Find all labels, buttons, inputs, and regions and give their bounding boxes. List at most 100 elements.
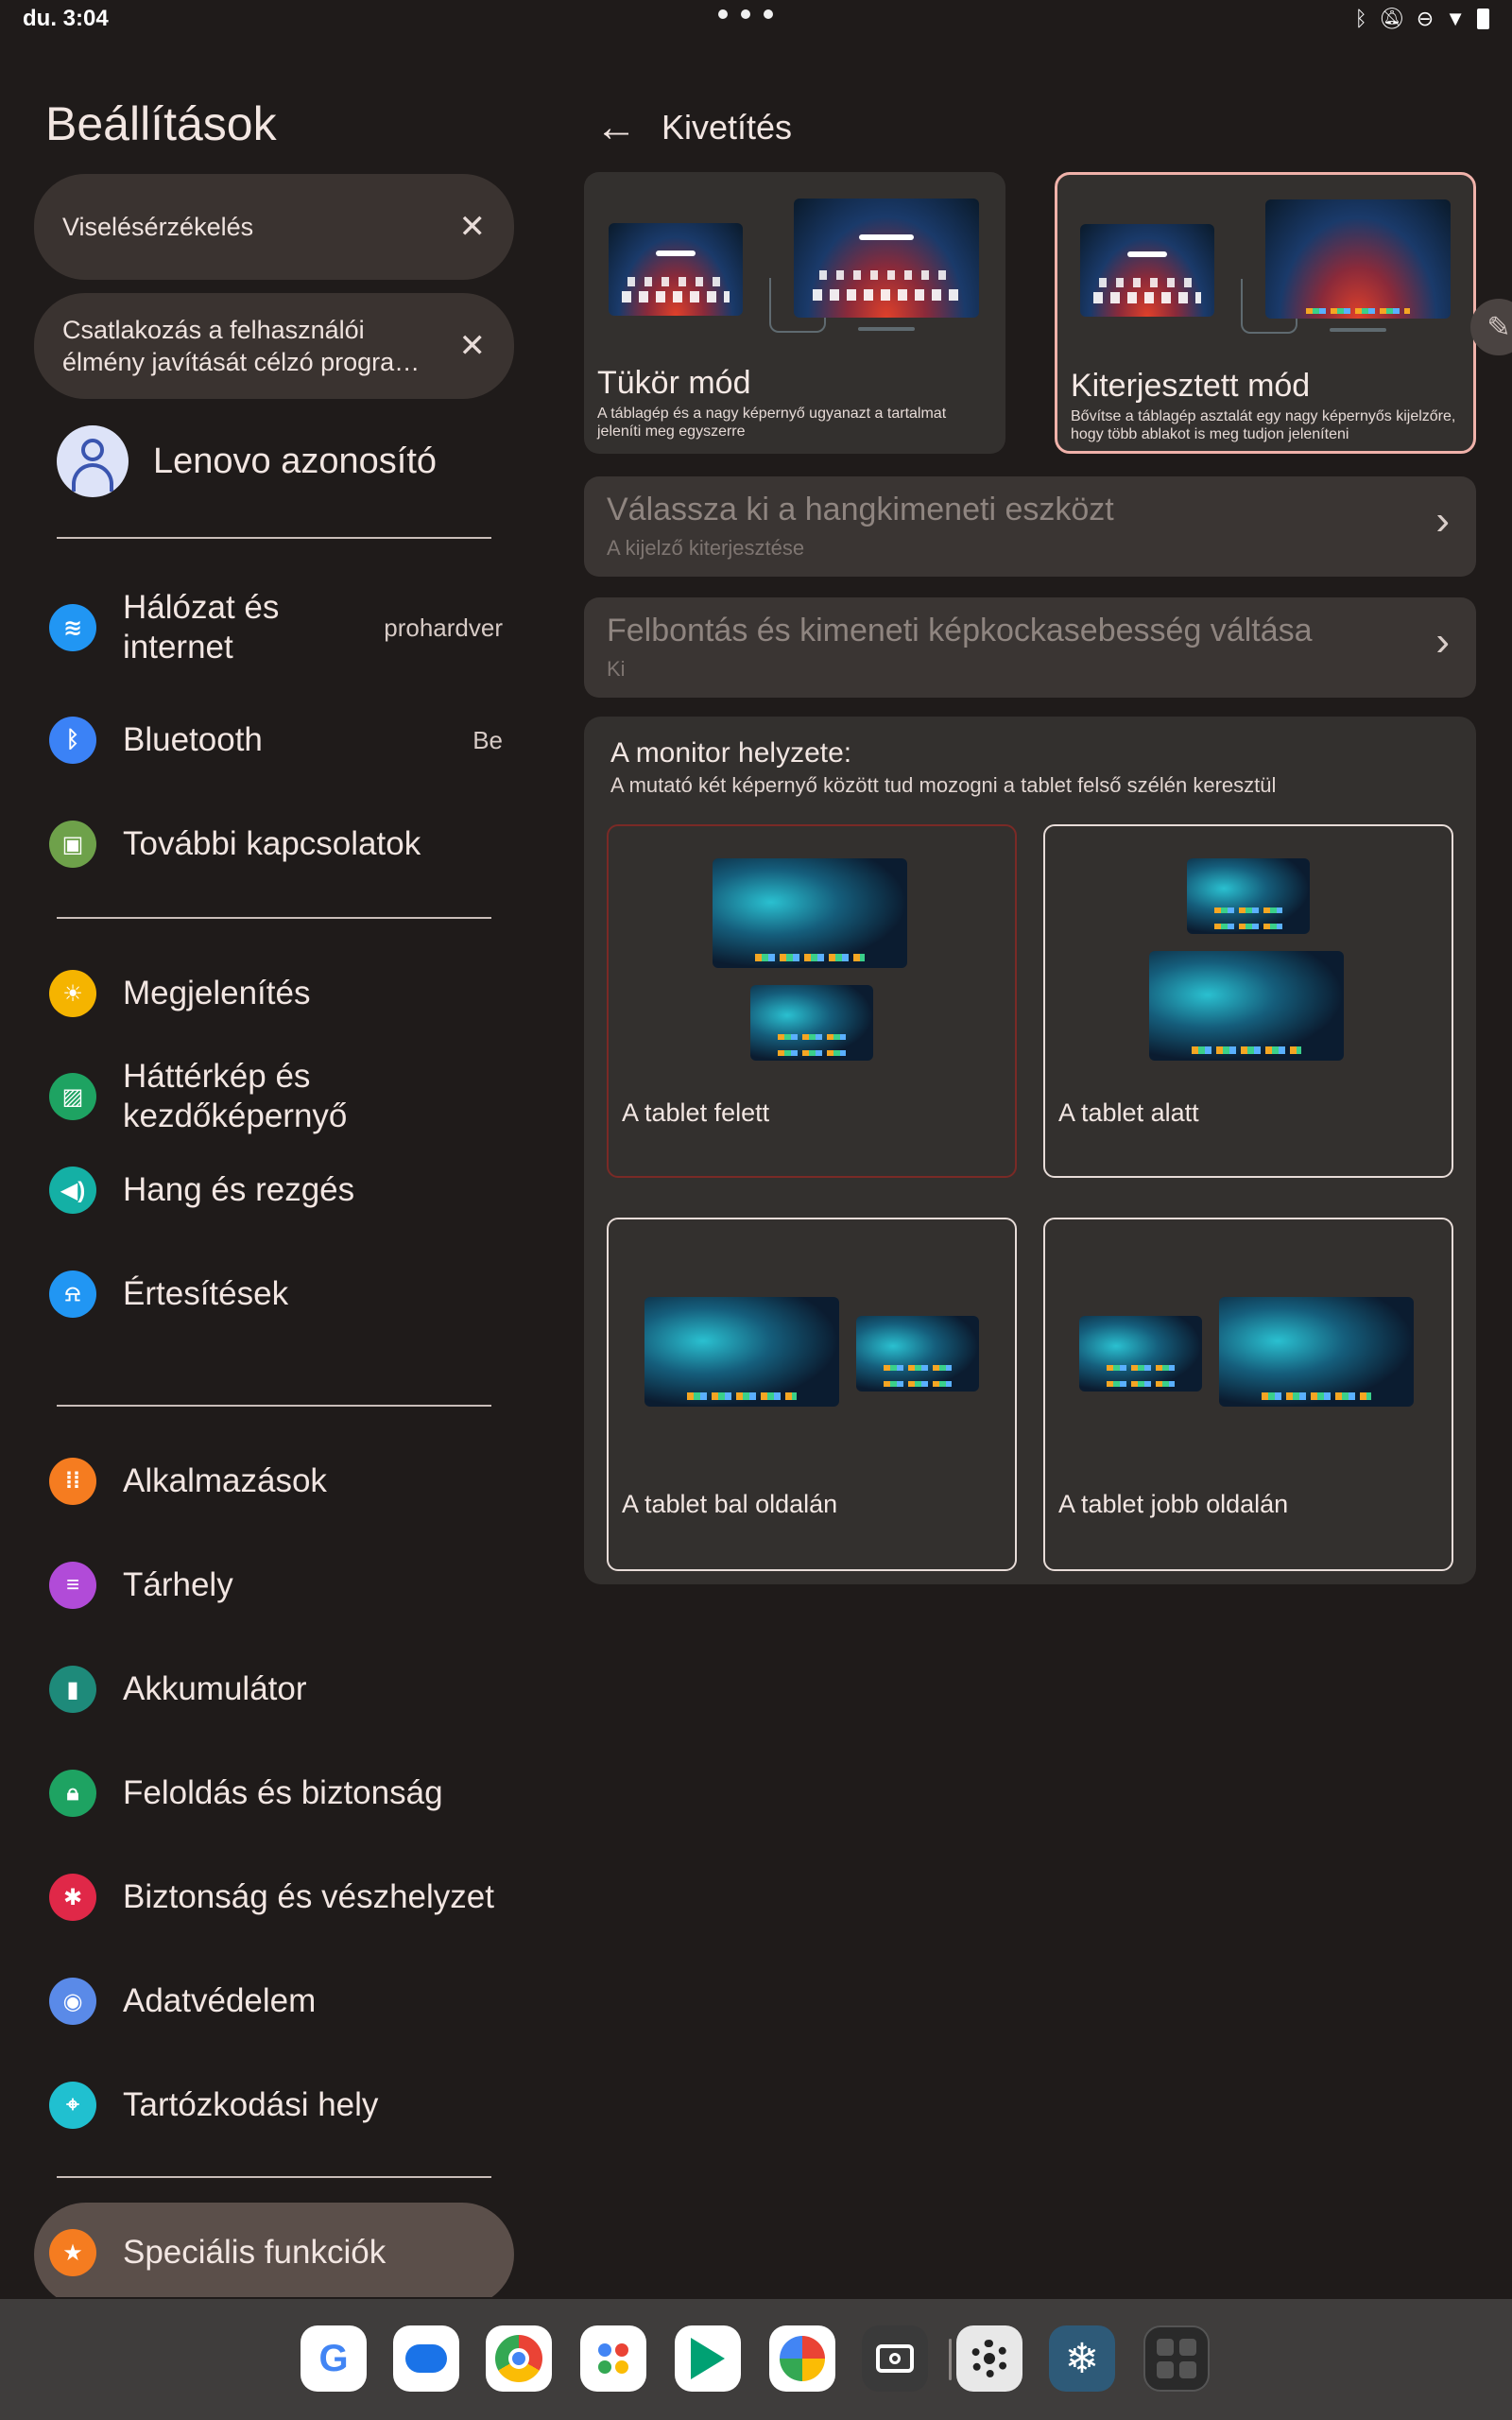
sidebar-item-emergency[interactable]: ✱ Biztonság és vészhelyzet	[49, 1874, 503, 1921]
suggestion-card[interactable]: Viselésérzékelés ✕	[34, 174, 514, 280]
sidebar-item-value: Be	[472, 725, 503, 754]
photos-icon[interactable]	[769, 2325, 835, 2392]
taskbar: G ❄	[0, 2299, 1512, 2420]
dnd-icon: ⊖	[1416, 7, 1435, 30]
apps-icon: ⁞⁞	[49, 1458, 96, 1505]
sidebar-item-wallpaper[interactable]: ▨ Háttérkép és kezdőképernyő	[49, 1057, 503, 1136]
position-option-below[interactable]: A tablet alatt	[1043, 824, 1453, 1178]
suggestion-text: Csatlakozás a felhasználói élmény javítá…	[62, 316, 421, 376]
devices-icon: ▣	[49, 821, 96, 868]
app-drawer-icon[interactable]	[1143, 2325, 1210, 2392]
sidebar-item-security[interactable]: 🔒︎ Feloldás és biztonság	[49, 1770, 503, 1817]
close-icon[interactable]: ✕	[459, 211, 487, 243]
messages-icon[interactable]	[393, 2325, 459, 2392]
position-label: A tablet jobb oldalán	[1058, 1490, 1289, 1518]
battery-icon: ▮	[49, 1666, 96, 1713]
divider	[57, 2176, 491, 2178]
mode-title: Tükör mód	[597, 365, 751, 401]
position-subtitle: A mutató két képernyő között tud mozogni…	[610, 773, 1277, 797]
star-icon: ★	[49, 2229, 96, 2276]
tablet-preview	[609, 223, 743, 316]
position-option-right[interactable]: A tablet jobb oldalán	[1043, 1218, 1453, 1571]
position-option-above[interactable]: A tablet felett	[607, 824, 1017, 1178]
sidebar-item-accessibility[interactable]: ★ Speciális funkciók	[49, 2229, 503, 2276]
divider	[57, 537, 491, 539]
sidebar-item-battery[interactable]: ▮ Akkumulátor	[49, 1666, 503, 1713]
google-icon[interactable]: G	[301, 2325, 367, 2392]
storage-icon: ≡	[49, 1562, 96, 1609]
suggestion-text: Viselésérzékelés	[62, 213, 254, 241]
wifi-icon: ≋	[49, 604, 96, 651]
status-icons: ᛒ 🔕︎ ⊖ ▼	[1355, 7, 1489, 31]
notifications-off-icon: 🔕︎	[1378, 7, 1405, 30]
sidebar-item-label: További kapcsolatok	[123, 825, 421, 862]
audio-output-row[interactable]: Válassza ki a hangkimeneti eszközt A kij…	[584, 476, 1476, 577]
brightness-icon: ☀	[49, 970, 96, 1017]
sidebar-item-label: Speciális funkciók	[123, 2234, 387, 2271]
row-subtitle: Ki	[607, 657, 626, 681]
resolution-row[interactable]: Felbontás és kimeneti képkockasebesség v…	[584, 597, 1476, 698]
divider	[57, 917, 491, 919]
emergency-icon: ✱	[49, 1874, 96, 1921]
edit-icon[interactable]: ✎	[1470, 299, 1512, 355]
wifi-icon: ▼	[1445, 7, 1466, 30]
location-icon: ⌖	[49, 2082, 96, 2129]
snowflake-icon[interactable]: ❄	[1049, 2325, 1115, 2392]
monitor-stand	[1330, 328, 1386, 332]
bell-icon: ⍾	[49, 1270, 96, 1318]
position-option-left[interactable]: A tablet bal oldalán	[607, 1218, 1017, 1571]
sidebar-item-bluetooth[interactable]: ᛒ Bluetooth Be	[49, 717, 503, 764]
bluetooth-icon: ᛒ	[1354, 7, 1367, 30]
tablet-preview	[1079, 1316, 1202, 1392]
sidebar-item-connections[interactable]: ▣ További kapcsolatok	[49, 821, 503, 868]
page-title: Kivetítés	[662, 108, 793, 147]
taskbar-divider	[949, 2339, 952, 2380]
sidebar-item-label: Hang és rezgés	[123, 1171, 355, 1208]
sidebar-item-label: Adatvédelem	[123, 1982, 317, 2019]
chrome-icon[interactable]	[486, 2325, 552, 2392]
close-icon[interactable]: ✕	[459, 330, 487, 362]
sidebar-item-label: Háttérkép és kezdőképernyő	[123, 1058, 348, 1134]
sidebar-item-label: Alkalmazások	[123, 1462, 327, 1499]
play-store-icon[interactable]	[675, 2325, 741, 2392]
assistant-icon[interactable]	[580, 2325, 646, 2392]
sidebar-item-label: Feloldás és biztonság	[123, 1774, 443, 1811]
sidebar-item-label: Megjelenítés	[123, 975, 311, 1011]
sidebar-item-apps[interactable]: ⁞⁞ Alkalmazások	[49, 1458, 503, 1505]
lenovo-account[interactable]: Lenovo azonosító	[57, 425, 437, 497]
volume-icon: ◀)	[49, 1167, 96, 1214]
settings-pane: Beállítások Viselésérzékelés ✕ Csatlakoz…	[0, 38, 548, 2297]
wallpaper-icon: ▨	[49, 1073, 96, 1120]
mode-description: Bővítse a táblagép asztalát egy nagy kép…	[1071, 408, 1456, 442]
monitor-preview	[1265, 199, 1451, 319]
monitor-preview	[1219, 1297, 1414, 1407]
settings-title: Beállítások	[45, 97, 277, 150]
suggestion-card[interactable]: Csatlakozás a felhasználói élmény javítá…	[34, 293, 514, 399]
sidebar-item-display[interactable]: ☀ Megjelenítés	[49, 970, 503, 1017]
position-label: A tablet alatt	[1058, 1098, 1199, 1127]
camera-icon[interactable]	[862, 2325, 928, 2392]
tablet-preview	[750, 985, 873, 1061]
sidebar-item-label: Tartózkodási hely	[123, 2086, 379, 2123]
battery-icon	[1477, 9, 1489, 29]
status-more-dots[interactable]	[718, 9, 773, 19]
sidebar-item-storage[interactable]: ≡ Tárhely	[49, 1562, 503, 1609]
sidebar-item-network[interactable]: ≋ Hálózat és internet prohardver	[49, 588, 503, 667]
back-arrow-icon[interactable]: ←	[595, 104, 637, 151]
status-time: du. 3:04	[23, 6, 109, 31]
sidebar-item-sound[interactable]: ◀) Hang és rezgés	[49, 1167, 503, 1214]
sidebar-item-notifications[interactable]: ⍾ Értesítések	[49, 1270, 503, 1318]
monitor-position-panel: A monitor helyzete: A mutató két képerny…	[584, 717, 1476, 1584]
mode-title: Kiterjesztett mód	[1071, 368, 1311, 404]
sidebar-item-label: Biztonság és vészhelyzet	[123, 1878, 494, 1915]
sidebar-item-privacy[interactable]: ◉ Adatvédelem	[49, 1978, 503, 2025]
sidebar-item-location[interactable]: ⌖ Tartózkodási hely	[49, 2082, 503, 2129]
settings-icon[interactable]	[956, 2325, 1022, 2392]
monitor-preview	[794, 199, 979, 318]
sidebar-item-label: Értesítések	[123, 1275, 289, 1312]
mirror-mode-card[interactable]: Tükör mód A táblagép és a nagy képernyő …	[584, 172, 1005, 454]
monitor-preview	[644, 1297, 839, 1407]
row-subtitle: A kijelző kiterjesztése	[607, 536, 805, 560]
status-bar: du. 3:04 ᛒ 🔕︎ ⊖ ▼	[0, 0, 1512, 38]
extended-mode-card[interactable]: Kiterjesztett mód Bővítse a táblagép asz…	[1055, 172, 1476, 454]
